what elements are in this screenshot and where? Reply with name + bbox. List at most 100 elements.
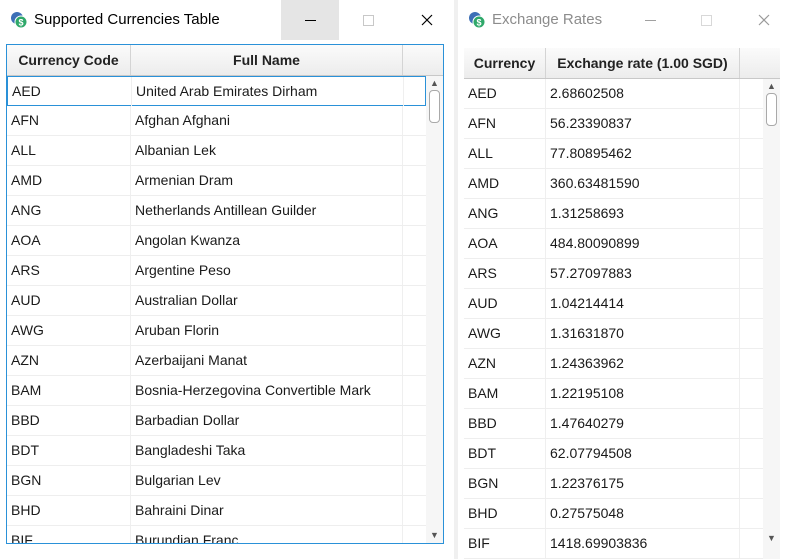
cell-exchange-rate: 1.22376175 — [546, 469, 740, 498]
table-row[interactable]: AMD Armenian Dram — [7, 166, 426, 196]
table-row[interactable]: ANG Netherlands Antillean Guilder — [7, 196, 426, 226]
cell-currency-code: AZN — [7, 346, 131, 375]
supported-currencies-table[interactable]: Currency Code Full Name AED United Arab E… — [6, 44, 444, 544]
filler-cell — [740, 439, 763, 468]
column-header-currency-code[interactable]: Currency Code — [7, 45, 131, 75]
cell-currency-code: AOA — [7, 226, 131, 255]
table-row[interactable]: ARS Argentine Peso — [7, 256, 426, 286]
table-row[interactable]: AMD 360.63481590 — [464, 169, 763, 199]
table-row[interactable]: BAM 1.22195108 — [464, 379, 763, 409]
table-row[interactable]: AWG Aruban Florin — [7, 316, 426, 346]
filler-cell — [740, 229, 763, 258]
table-row[interactable]: AOA Angolan Kwanza — [7, 226, 426, 256]
cell-currency: BBD — [464, 409, 546, 438]
title-bar[interactable]: $ Supported Currencies Table — [0, 0, 454, 40]
filler-cell — [740, 319, 763, 348]
table-row[interactable]: BBD Barbadian Dollar — [7, 406, 426, 436]
table-row[interactable]: AED United Arab Emirates Dirham — [7, 76, 426, 106]
table-row[interactable]: AFN 56.23390837 — [464, 109, 763, 139]
table-header: Currency Code Full Name — [7, 45, 443, 76]
cell-exchange-rate: 1.31258693 — [546, 199, 740, 228]
supported-currencies-window: $ Supported Currencies Table Currency Co… — [0, 0, 454, 559]
cell-full-name: Bulgarian Lev — [131, 466, 403, 495]
minimize-button[interactable] — [627, 0, 673, 40]
table-row[interactable]: BGN 1.22376175 — [464, 469, 763, 499]
minimize-button[interactable] — [281, 0, 339, 40]
scroll-down-arrow-icon[interactable]: ▼ — [426, 528, 443, 542]
filler-cell — [403, 166, 426, 195]
filler-cell — [740, 349, 763, 378]
table-body: AED 2.68602508 AFN 56.23390837 ALL 77.8089546… — [464, 79, 763, 559]
cell-full-name: Azerbaijani Manat — [131, 346, 403, 375]
vertical-scrollbar[interactable]: ▲ ▼ — [426, 76, 443, 543]
table-row[interactable]: BIF 1418.69903836 — [464, 529, 763, 559]
svg-text:$: $ — [18, 18, 23, 28]
maximize-button[interactable] — [683, 0, 729, 40]
scroll-thumb[interactable] — [766, 93, 777, 126]
cell-full-name: Argentine Peso — [131, 256, 403, 285]
table-row[interactable]: AOA 484.80090899 — [464, 229, 763, 259]
filler-cell — [403, 526, 426, 543]
cell-currency-code: BBD — [7, 406, 131, 435]
table-row[interactable]: AUD Australian Dollar — [7, 286, 426, 316]
cell-full-name: Netherlands Antillean Guilder — [131, 196, 403, 225]
column-header-currency[interactable]: Currency — [464, 48, 546, 78]
close-button[interactable] — [404, 0, 450, 40]
table-row[interactable]: BHD Bahraini Dinar — [7, 496, 426, 526]
table-row[interactable]: BIF Burundian Franc — [7, 526, 426, 543]
table-row[interactable]: ARS 57.27097883 — [464, 259, 763, 289]
cell-currency-code: AFN — [7, 106, 131, 135]
cell-full-name: Bahraini Dinar — [131, 496, 403, 525]
scroll-up-arrow-icon[interactable]: ▲ — [426, 76, 443, 90]
table-row[interactable]: AZN 1.24363962 — [464, 349, 763, 379]
filler-cell — [403, 376, 426, 405]
table-row[interactable]: ALL Albanian Lek — [7, 136, 426, 166]
filler-cell — [403, 136, 426, 165]
cell-currency-code: AUD — [7, 286, 131, 315]
minimize-icon — [644, 19, 656, 21]
scroll-thumb[interactable] — [429, 90, 440, 123]
table-body: AED United Arab Emirates Dirham AFN Afghan … — [7, 76, 426, 543]
table-row[interactable]: AUD 1.04214414 — [464, 289, 763, 319]
table-row[interactable]: BGN Bulgarian Lev — [7, 466, 426, 496]
filler-cell — [740, 199, 763, 228]
cell-currency: ANG — [464, 199, 546, 228]
filler-cell — [403, 496, 426, 525]
column-header-exchange-rate[interactable]: Exchange rate (1.00 SGD) — [546, 48, 740, 78]
cell-currency-code: AWG — [7, 316, 131, 345]
scroll-up-arrow-icon[interactable]: ▲ — [763, 79, 780, 93]
table-row[interactable]: BDT 62.07794508 — [464, 439, 763, 469]
maximize-button[interactable] — [345, 0, 391, 40]
table-row[interactable]: ANG 1.31258693 — [464, 199, 763, 229]
vertical-scrollbar[interactable]: ▲ ▼ — [763, 79, 780, 559]
scroll-down-arrow-icon[interactable]: ▼ — [763, 531, 780, 545]
cell-exchange-rate: 1.47640279 — [546, 409, 740, 438]
exchange-rates-table[interactable]: Currency Exchange rate (1.00 SGD) AED 2.6… — [464, 48, 780, 559]
table-row[interactable]: BHD 0.27575048 — [464, 499, 763, 529]
filler-cell — [403, 466, 426, 495]
filler-cell — [403, 436, 426, 465]
table-row[interactable]: AZN Azerbaijani Manat — [7, 346, 426, 376]
close-button[interactable] — [741, 0, 787, 40]
maximize-icon — [362, 14, 374, 26]
table-row[interactable]: ALL 77.80895462 — [464, 139, 763, 169]
column-header-full-name[interactable]: Full Name — [131, 45, 403, 75]
table-row[interactable]: AED 2.68602508 — [464, 79, 763, 109]
column-header-filler — [403, 45, 443, 75]
cell-exchange-rate: 1.04214414 — [546, 289, 740, 318]
table-row[interactable]: BDT Bangladeshi Taka — [7, 436, 426, 466]
cell-full-name: Afghan Afghani — [131, 106, 403, 135]
cell-currency: BHD — [464, 499, 546, 528]
cell-currency-code: ALL — [7, 136, 131, 165]
filler-cell — [403, 406, 426, 435]
title-bar[interactable]: $ Exchange Rates — [458, 0, 794, 40]
cell-exchange-rate: 1.24363962 — [546, 349, 740, 378]
cell-currency: BIF — [464, 529, 546, 558]
cell-currency-code: BGN — [7, 466, 131, 495]
table-row[interactable]: AFN Afghan Afghani — [7, 106, 426, 136]
column-header-filler — [740, 48, 780, 78]
cell-currency: ARS — [464, 259, 546, 288]
table-row[interactable]: BBD 1.47640279 — [464, 409, 763, 439]
table-row[interactable]: AWG 1.31631870 — [464, 319, 763, 349]
table-row[interactable]: BAM Bosnia-Herzegovina Convertible Mark — [7, 376, 426, 406]
